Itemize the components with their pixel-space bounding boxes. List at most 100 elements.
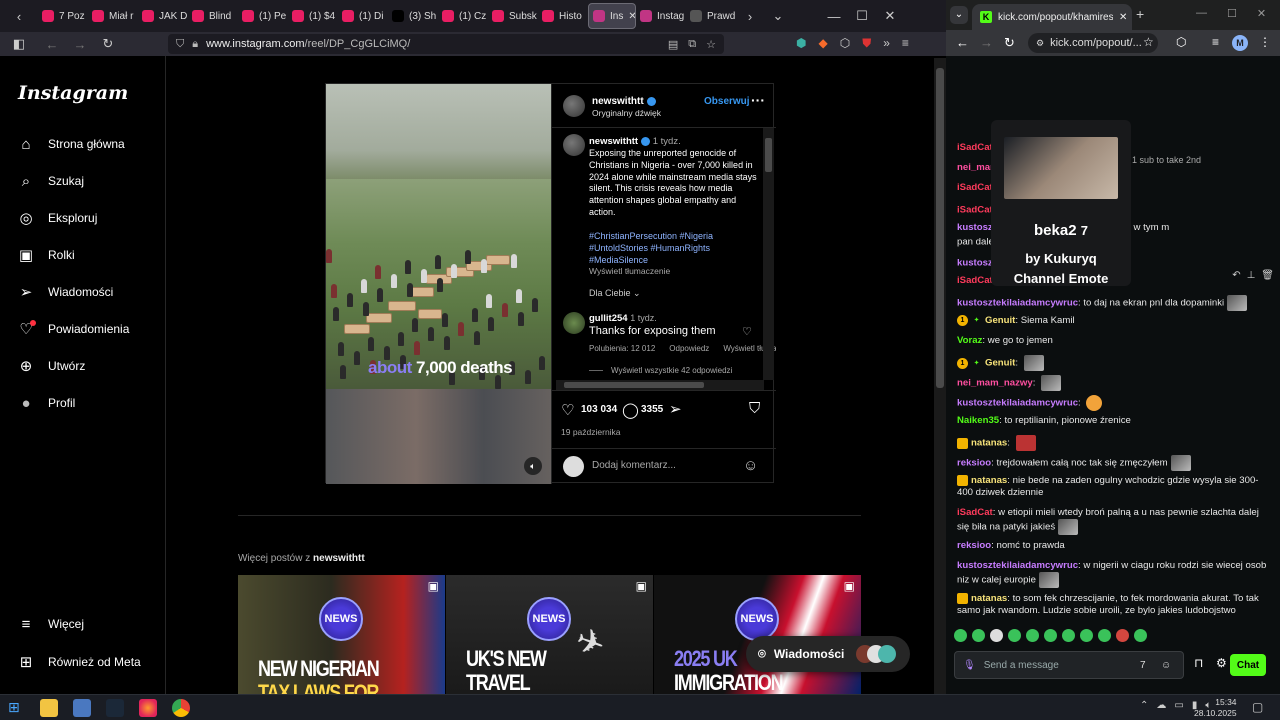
post-thumbnail-1[interactable]: NEWS ▣ NEW NIGERIAN TAX LAWS FOR [238, 575, 445, 694]
browser-tab[interactable]: Instag [636, 0, 686, 32]
chat-username[interactable]: Genuit [985, 315, 1015, 326]
chat-username[interactable]: kustosztekilaiadamcywruc [957, 398, 1078, 409]
emote-icon[interactable] [1062, 629, 1075, 642]
sidebar-item-plus[interactable]: ⊕ Utwórz [16, 354, 86, 378]
minimize-icon[interactable]: — [820, 0, 848, 32]
maximize-icon[interactable]: ☐ [848, 0, 876, 32]
emote-icon[interactable] [1098, 629, 1111, 642]
sidebar-item-search[interactable]: ⌕ Szukaj [16, 169, 84, 193]
shield-extension-icon[interactable]: ⬢ [796, 36, 806, 51]
tab-scroll-right-icon[interactable]: › [736, 0, 764, 32]
chat-message[interactable]: nei_mam_nazwy: [957, 375, 1269, 391]
windows-start-icon[interactable]: ⊞ [8, 699, 26, 717]
messages-pill[interactable]: ⌾ Wiadomości [746, 636, 910, 672]
follow-button[interactable]: Obserwuj [704, 96, 750, 107]
delete-icon[interactable]: 🗑︎ [1261, 270, 1274, 281]
address-bar[interactable]: ⛉ 🔒︎ www.instagram.com/reel/DP_CgGLCiMQ/… [168, 34, 724, 54]
steam-icon[interactable] [106, 699, 124, 717]
hamburger-menu-icon[interactable]: ≡ [902, 36, 909, 51]
ublock-icon[interactable]: ⛊ [862, 36, 871, 51]
browser-tab[interactable]: JAK D [138, 0, 188, 32]
chat-emote-icon[interactable] [1086, 395, 1103, 411]
reload-icon[interactable]: ↻ [1004, 35, 1015, 51]
gift-icon[interactable]: ⊓ [1194, 656, 1203, 670]
sidebar-item-heart[interactable]: ♡ Powiadomienia [16, 317, 129, 341]
emote-icon[interactable] [954, 629, 967, 642]
emoji-picker-icon[interactable]: ☺ [1161, 660, 1171, 671]
chat-send-button[interactable]: Chat [1230, 654, 1266, 676]
close-window-icon[interactable]: ✕ [876, 0, 904, 32]
bookmark-star-icon[interactable]: ☆ [1143, 35, 1154, 49]
post-thumbnail-3[interactable]: NEWS ▣ 2025 UK IMMIGRATION [654, 575, 861, 694]
comment-bubble-icon[interactable]: ◯ [622, 401, 639, 419]
chat-emote-icon[interactable] [1041, 375, 1062, 391]
site-info-icon[interactable]: ⚙︎ [1036, 38, 1044, 49]
back-icon[interactable]: ← [956, 35, 969, 50]
more-posts-user[interactable]: newswithtt [313, 553, 365, 564]
chat-message[interactable]: iSadCat: w etiopii mieli wtedy broń paln… [957, 507, 1269, 535]
browser-tab[interactable]: Prawd [686, 0, 736, 32]
chat-username[interactable]: iSadCat [957, 142, 993, 153]
pin-icon[interactable]: ⊥ [1247, 270, 1256, 281]
chat-username[interactable]: kustosztekilaiadamcywruc [957, 560, 1078, 571]
chat-username[interactable]: iSadCat [957, 205, 993, 216]
chat-username[interactable]: iSadCat [957, 275, 993, 286]
author-name[interactable]: newswithtt [592, 96, 644, 107]
emoji-icon[interactable]: ☺ [743, 457, 758, 474]
new-tab-icon[interactable]: + [1136, 6, 1144, 22]
chat-username[interactable]: Voraz [957, 335, 982, 346]
browser-tab[interactable]: (1) $4 [288, 0, 338, 32]
chat-username[interactable]: natanas [971, 475, 1007, 486]
emote-icon[interactable] [1080, 629, 1093, 642]
fox-extension-icon[interactable]: ◆ [818, 36, 827, 51]
browser-tab[interactable]: Ins ✕ [588, 3, 636, 29]
view-replies[interactable]: Wyświetl wszystkie 42 odpowiedzi [589, 366, 732, 375]
chat-message[interactable]: 1 ✦ Genuit: [957, 355, 1269, 371]
network-icon[interactable]: ▭ [1174, 700, 1183, 711]
chat-message[interactable]: 1 ✦ Genuit: Siema Kamil [957, 315, 1269, 327]
kebab-menu-icon[interactable]: ⋮ [1259, 35, 1271, 49]
post-thumbnail-2[interactable]: NEWS ▣ ✈ UK'S NEW TRAVEL [446, 575, 653, 694]
chat-emote-icon[interactable] [1038, 572, 1059, 588]
sidebar-item-send[interactable]: ➢ Wiadomości [16, 280, 114, 304]
chrome-icon[interactable] [172, 699, 190, 717]
sidebar-item-home[interactable]: ⌂ Strona główna [16, 132, 124, 156]
like-comment-icon[interactable]: ♡ [742, 325, 752, 338]
media-icon[interactable]: ≡ [1212, 35, 1219, 49]
chat-message[interactable]: natanas: nie bede na zaden ogulny wchodz… [957, 475, 1269, 499]
clock[interactable]: 15:34 28.10.2025 [1194, 697, 1237, 719]
chat-message[interactable]: Voraz: we go to jemen [957, 335, 1269, 347]
sidebar-item-reels[interactable]: ▣ Rolki [16, 243, 75, 267]
instagram-logo[interactable]: Instagram [18, 82, 128, 104]
chat-emote-icon[interactable] [1058, 519, 1079, 535]
comments-scrollbar[interactable] [763, 128, 774, 380]
cloud-icon[interactable]: ☁︎ [1156, 700, 1166, 711]
browser-tab[interactable]: Subsk [488, 0, 538, 32]
extensions-icon[interactable]: ⬡ [840, 36, 850, 51]
chat-message[interactable]: kustosztekilaiadamcywruc: to daj na ekra… [957, 295, 1269, 311]
page-scrollbar[interactable] [934, 58, 946, 694]
chat-username[interactable]: kustosztekilaiadamcywruc [957, 298, 1078, 309]
close-tab-icon[interactable]: ✕ [628, 11, 635, 22]
send-message-input[interactable]: 🎙︎ Send a message 7 ☺ [954, 651, 1184, 679]
undo-icon[interactable]: ↶ [1232, 270, 1240, 281]
chat-username[interactable]: Genuit [985, 358, 1015, 369]
save-bookmark-icon[interactable]: ⛉ [749, 400, 760, 417]
more-options-icon[interactable]: ··· [751, 92, 765, 108]
emote-icon[interactable] [1044, 629, 1057, 642]
browser-tab[interactable]: (3) Sh [388, 0, 438, 32]
maximize-icon[interactable]: ☐ [1227, 7, 1237, 20]
settings-gear-icon[interactable]: ⚙︎ [1216, 656, 1227, 670]
emote-icon[interactable] [1026, 629, 1039, 642]
likes-count[interactable]: 103 034 [581, 404, 617, 415]
close-window-icon[interactable]: ✕ [1257, 7, 1266, 20]
commenter-avatar[interactable] [563, 312, 585, 334]
chat-emote-icon[interactable] [1227, 295, 1248, 311]
like-heart-icon[interactable]: ♡ [561, 401, 574, 419]
tab-list-chevron-icon[interactable]: ⌄ [764, 0, 792, 32]
reel-video[interactable]: about 7,000 deaths 🔈︎ [326, 84, 551, 484]
close-tab-icon[interactable]: ✕ [1119, 12, 1127, 23]
monitor-app-icon[interactable] [73, 699, 91, 717]
forward-icon[interactable]: → [980, 35, 993, 50]
tab-search-icon[interactable]: ⌄ [950, 6, 968, 24]
